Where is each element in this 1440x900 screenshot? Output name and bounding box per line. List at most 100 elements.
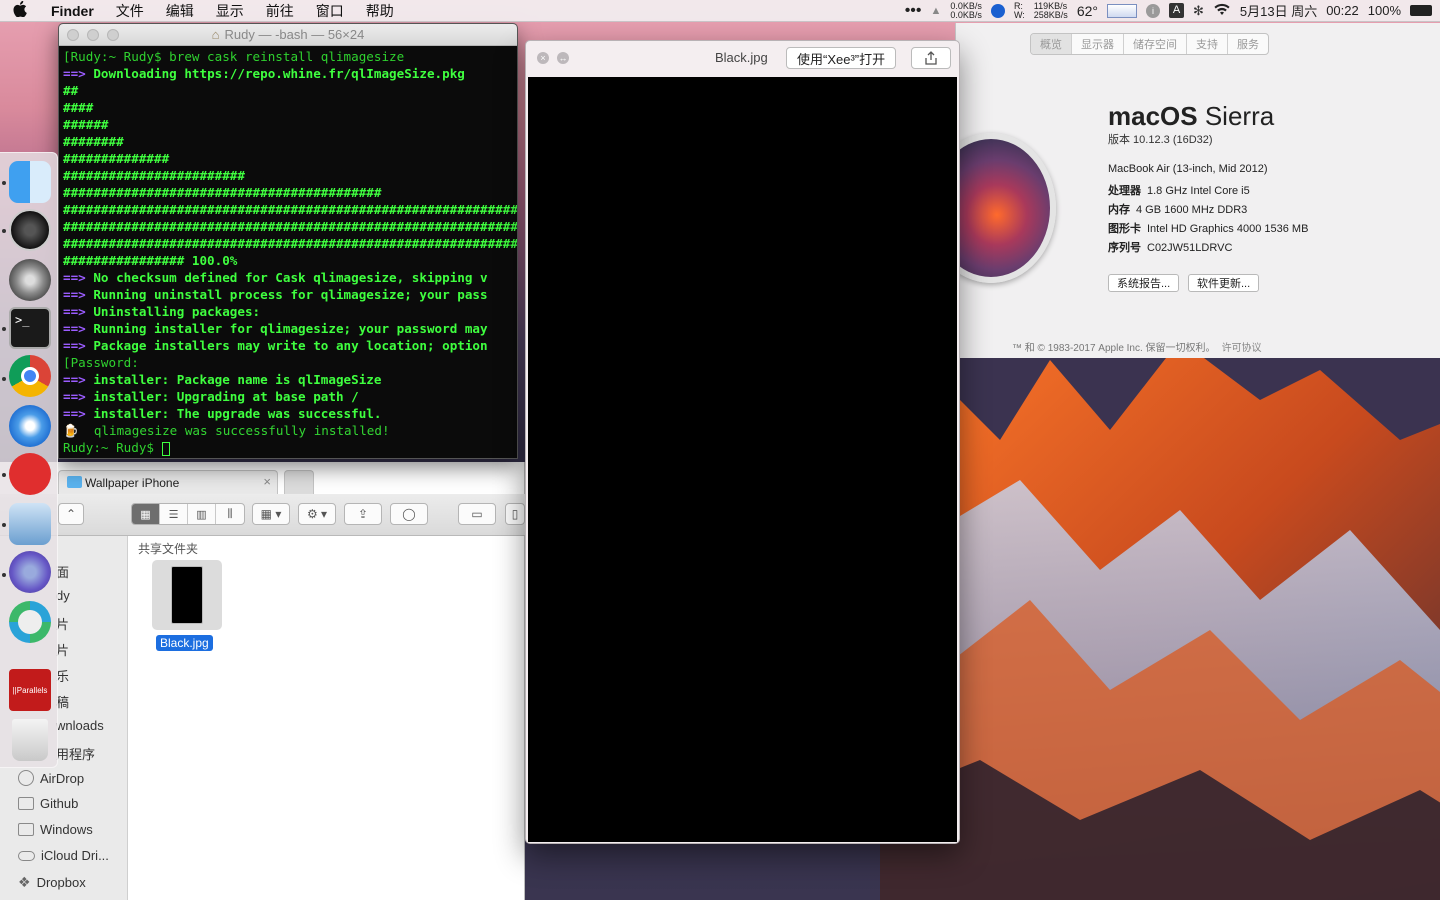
wifi-icon[interactable] <box>1213 3 1231 19</box>
cpu-graph-icon[interactable] <box>1106 3 1137 18</box>
cpu-temp[interactable]: 62° <box>1077 3 1098 19</box>
menubar-time[interactable]: 00:22 <box>1326 3 1359 18</box>
finder-tab-wallpaper[interactable]: Wallpaper iPhone × <box>58 470 278 494</box>
file-name-label[interactable]: Black.jpg <box>156 635 213 651</box>
close-icon[interactable]: × <box>537 52 549 64</box>
sidebar-item-label: iCloud Dri... <box>41 848 109 863</box>
open-with-button[interactable]: 使用“Xee³”打开 <box>786 47 897 69</box>
network-utility-dock-icon[interactable] <box>9 551 51 593</box>
terminal-text: ############## <box>63 151 170 166</box>
menu-edit[interactable]: 编辑 <box>155 1 205 21</box>
cleanmymac-dock-icon[interactable] <box>9 601 51 643</box>
window-controls <box>67 29 119 41</box>
tab-close-icon[interactable]: × <box>263 474 271 489</box>
preview-dock-icon[interactable] <box>9 503 51 545</box>
coverflow-view-icon[interactable]: ⫼ <box>216 504 244 524</box>
terminal-cursor <box>161 441 170 456</box>
terminal-line: ######## <box>63 133 513 150</box>
sidebar-item-applications[interactable]: 用程序 <box>56 744 95 763</box>
terminal-line: ########################################… <box>63 235 517 252</box>
sidebar-item-rudy[interactable]: dy <box>56 588 70 603</box>
system-preferences-dock-icon[interactable] <box>9 259 51 301</box>
finder-dock-icon[interactable] <box>9 161 51 203</box>
arrange-button[interactable]: ▦ ▾ <box>252 503 290 525</box>
new-tab-button[interactable] <box>284 470 314 494</box>
tags-button[interactable]: ◯ <box>390 503 428 525</box>
column-view-icon[interactable]: ▥ <box>188 504 216 524</box>
input-method-icon[interactable]: A <box>1168 3 1184 18</box>
menubar-date[interactable]: 5月13日 周六 <box>1240 1 1317 20</box>
terminal-text: ######################## <box>63 168 245 183</box>
sidebar-item-label: Dropbox <box>36 875 86 890</box>
tab-service[interactable]: 服务 <box>1228 34 1268 54</box>
terminal-dock-icon[interactable]: >_ <box>9 307 51 349</box>
license-link[interactable]: 许可协议 <box>1222 343 1262 354</box>
menu-file[interactable]: 文件 <box>105 1 155 21</box>
apple-menu-icon[interactable] <box>0 0 40 21</box>
mac-model: MacBook Air (13-inch, Mid 2012) <box>1108 163 1268 175</box>
terminal-line: ==> installer: Package name is qlImageSi… <box>63 371 513 388</box>
terminal-line: ###### <box>63 116 513 133</box>
trash-dock-icon[interactable] <box>12 719 48 761</box>
fullscreen-icon[interactable]: ↔ <box>557 52 569 64</box>
minimize-button[interactable] <box>87 29 99 41</box>
sidebar-item-dropbox[interactable]: ❖ Dropbox <box>18 874 86 891</box>
system-report-button[interactable]: 系统报告... <box>1108 274 1180 292</box>
terminal-line: ==> Downloading https://repo.whine.fr/ql… <box>63 65 513 82</box>
list-view-icon[interactable]: ☰ <box>160 504 188 524</box>
tab-support[interactable]: 支持 <box>1187 34 1228 54</box>
sidebar-item-airdrop[interactable]: AirDrop <box>18 770 84 786</box>
terminal-output[interactable]: [Rudy:~ Rudy$ brew cask reinstall qlimag… <box>59 46 517 458</box>
battery-percent[interactable]: 100% <box>1368 3 1401 18</box>
spec-key: 序列号 <box>1108 242 1141 254</box>
action-button[interactable]: ⚙ ▾ <box>298 503 336 525</box>
terminal-text: 🍺 qlimagesize was successfully installed… <box>63 423 390 438</box>
zoom-button[interactable] <box>107 29 119 41</box>
battery-icon[interactable] <box>1410 5 1432 16</box>
parallels-dock-icon[interactable]: ||Parallels <box>9 669 51 711</box>
tab-displays[interactable]: 显示器 <box>1072 34 1124 54</box>
quicklook-window: × ↔ Black.jpg 使用“Xee³”打开 <box>525 40 960 844</box>
share-button[interactable]: ⇪ <box>344 503 382 525</box>
disk-speed[interactable]: 119KB/s 258KB/s <box>1033 1 1068 20</box>
arrange-icon: ▦ ▾ <box>260 507 282 521</box>
more-icon[interactable]: ••• <box>905 2 922 20</box>
network-speed[interactable]: 0.0KB/s 0.0KB/s <box>950 1 982 20</box>
menu-help[interactable]: 帮助 <box>355 1 405 21</box>
menu-finder[interactable]: Finder <box>40 3 105 19</box>
tab-storage[interactable]: 储存空间 <box>1124 34 1187 54</box>
sidebar-item-windows[interactable]: Windows <box>18 822 93 837</box>
icon-view-icon[interactable]: ▦ <box>132 504 160 524</box>
disk-w-value: 258KB/s <box>1033 9 1068 20</box>
sidebar-item-github[interactable]: Github <box>18 796 78 811</box>
istat-icon[interactable]: i <box>1145 3 1160 18</box>
close-button[interactable] <box>67 29 79 41</box>
menu-view[interactable]: 显示 <box>205 1 255 21</box>
bluetooth-icon[interactable]: ✻ <box>1193 3 1204 19</box>
spec-processor: 处理器 1.8 GHz Intel Core i5 <box>1108 182 1250 198</box>
share-button[interactable] <box>911 47 951 69</box>
tab-overview[interactable]: 概览 <box>1031 34 1072 54</box>
chrome-dock-icon[interactable] <box>9 355 51 397</box>
terminal-line: [Rudy:~ Rudy$ brew cask reinstall qlimag… <box>63 48 513 65</box>
file-thumbnail[interactable] <box>152 560 222 630</box>
spec-memory: 内存 4 GB 1600 MHz DDR3 <box>1108 201 1247 217</box>
terminal-arrow: ==> <box>63 66 86 81</box>
terminal-text: ################ 100.0% <box>63 253 238 268</box>
netease-music-dock-icon[interactable] <box>9 453 51 495</box>
menu-go[interactable]: 前往 <box>255 1 305 21</box>
status-area: ••• ▲ 0.0KB/s 0.0KB/s R: W: 119KB/s 258K… <box>905 1 1440 20</box>
software-update-button[interactable]: 软件更新... <box>1188 274 1260 292</box>
istat-dock-icon[interactable] <box>9 209 51 251</box>
sidebar-item-downloads[interactable]: wnloads <box>56 718 104 733</box>
new-folder-button[interactable]: ▭ <box>458 503 496 525</box>
chrome-center <box>21 367 39 385</box>
back-button[interactable]: ⌃ <box>58 503 84 525</box>
dropbox-icon: ❖ <box>18 874 31 890</box>
safari-dock-icon[interactable] <box>9 405 51 447</box>
sidebar-item-icloud[interactable]: iCloud Dri... <box>18 848 109 863</box>
sidebar-item-label: Github <box>40 796 79 811</box>
menu-window[interactable]: 窗口 <box>305 1 355 21</box>
moon-icon[interactable] <box>990 3 1005 18</box>
trash-button[interactable]: ▯ <box>505 503 525 525</box>
